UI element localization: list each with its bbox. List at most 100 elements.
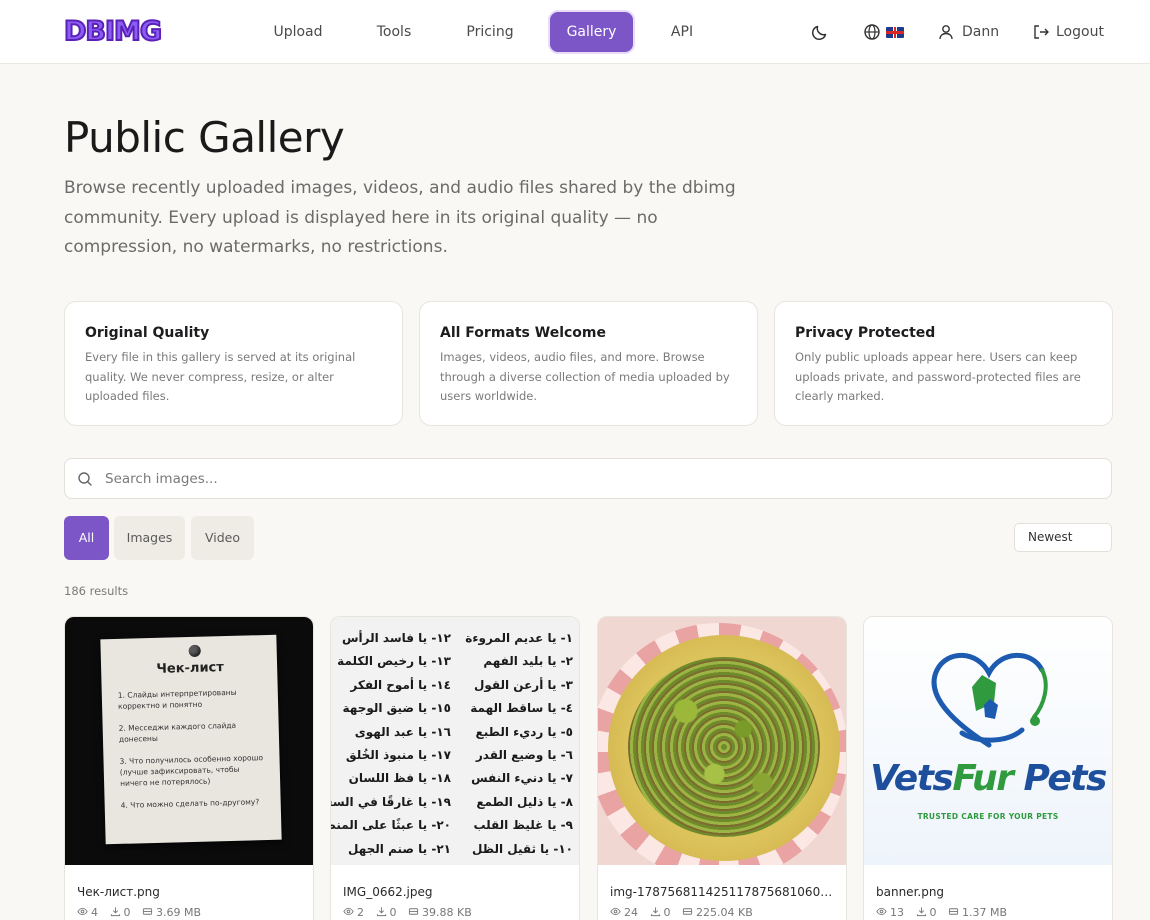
logout-icon[interactable] <box>1031 22 1051 42</box>
brand-word-pets: Pets <box>1023 758 1107 799</box>
uk-flag-icon[interactable] <box>886 27 904 38</box>
image-thumbnail[interactable]: ١- يا عديم المروءة ٢- يا بليد الفهم ٣- ي… <box>331 617 579 865</box>
download-count: 0 <box>389 906 397 919</box>
search-icon <box>78 472 92 486</box>
page-title: Public Gallery <box>64 113 345 162</box>
arabic-line: ١٨- يا فظ اللسان <box>348 771 451 786</box>
arabic-line: ٤- يا ساقط الهمة <box>470 701 573 716</box>
banner-brand: VetsFur Pets <box>864 759 1112 799</box>
file-name[interactable]: Чек-лист.png <box>77 885 302 899</box>
file-stats: 2 0 39.88 KB <box>343 906 480 919</box>
file-size: 225.04 KB <box>696 906 753 919</box>
download-icon <box>376 907 386 917</box>
download-count: 0 <box>663 906 671 919</box>
storage-icon <box>948 908 959 915</box>
arabic-line: ٦- يا وضيع القدر <box>475 747 573 762</box>
feature-text: Every file in this gallery is served at … <box>85 350 356 403</box>
user-name[interactable]: Dann <box>962 22 999 42</box>
file-name[interactable]: IMG_0662.jpeg <box>343 885 568 899</box>
gallery-card[interactable]: img-17875681142511787568106068_by... 24 … <box>597 616 847 920</box>
feature-title: Privacy Protected <box>795 325 936 341</box>
feature-card-original-quality: Original Quality Every file in this gall… <box>64 301 403 426</box>
checklist-title: Чек-лист <box>156 660 225 677</box>
feature-card-all-formats: All Formats Welcome Images, videos, audi… <box>419 301 758 426</box>
arabic-line: ١٠- يا ثقيل الظل <box>472 841 573 856</box>
file-name[interactable]: img-17875681142511787568106068_by... <box>610 885 835 899</box>
food-filling <box>628 657 820 837</box>
brand-word-fur: Fur <box>952 758 1014 799</box>
feature-text: Only public uploads appear here. Users c… <box>795 350 1081 403</box>
arabic-line: ٨- يا ذليل الطمع <box>476 794 573 809</box>
banner-tagline: TRUSTED CARE FOR YOUR PETS <box>917 812 1059 821</box>
arabic-line: ١٥- يا ضيق الوجهة <box>342 701 451 716</box>
dark-mode-moon-icon[interactable] <box>810 22 830 42</box>
checklist-line: 1. Слайды интерпретированы корректно и п… <box>117 687 237 711</box>
arabic-column-left: ١٢- يا فاسد الرأس ١٣- يا رخيص الكلمة ١٤-… <box>331 627 451 861</box>
dbimg-logo[interactable]: DBIMG <box>63 15 163 49</box>
eye-icon <box>876 907 887 916</box>
storage-icon <box>682 908 693 915</box>
view-count: 13 <box>890 906 904 919</box>
arabic-line: ٢٠- يا عبثًا على المنطق <box>331 818 451 833</box>
pushpin-icon <box>188 644 201 658</box>
checklist-line: 2. Месседжи каждого слайда донесены <box>118 720 237 744</box>
arabic-line: ١٦- يا عبد الهوى <box>354 724 451 739</box>
arabic-line: ١٣- يا رخيص الكلمة <box>337 654 451 669</box>
nav-pricing[interactable]: Pricing <box>458 12 522 52</box>
download-count: 0 <box>123 906 131 919</box>
sort-select[interactable]: Newest <box>1014 523 1112 552</box>
arabic-line: ٥- يا رديء الطبع <box>475 724 573 739</box>
arabic-line: ٩- يا غليظ القلب <box>473 818 573 833</box>
nav-api[interactable]: API <box>658 12 706 52</box>
page-description: Browse recently uploaded images, videos,… <box>64 178 736 257</box>
arabic-line: ١٧- يا منبوذ الخُلق <box>345 747 451 762</box>
download-count: 0 <box>929 906 937 919</box>
download-icon <box>110 907 120 917</box>
image-thumbnail[interactable] <box>598 617 846 865</box>
nav-tools[interactable]: Tools <box>364 12 424 52</box>
arabic-line: ١٤- يا أموح الفكر <box>350 677 451 692</box>
search-box <box>64 458 1112 499</box>
view-count: 2 <box>357 906 364 919</box>
checklist-paper: Чек-лист 1. Слайды интерпретированы корр… <box>100 634 282 845</box>
arabic-column-right: ١- يا عديم المروءة ٢- يا بليد الفهم ٣- ي… <box>455 627 573 861</box>
storage-icon <box>408 908 419 915</box>
brand-word-vets: Vets <box>870 758 954 799</box>
arabic-line: ١- يا عديم المروءة <box>465 631 573 645</box>
storage-icon <box>142 908 153 915</box>
eye-icon <box>77 907 88 916</box>
file-size: 39.88 KB <box>422 906 472 919</box>
user-icon[interactable] <box>936 22 956 42</box>
top-navigation-bar: DBIMG Upload Tools Pricing Gallery API D… <box>0 0 1150 64</box>
language-globe-icon[interactable] <box>862 22 882 42</box>
file-name[interactable]: banner.png <box>876 885 1101 899</box>
view-count: 24 <box>624 906 638 919</box>
eye-icon <box>343 907 354 916</box>
file-size: 3.69 MB <box>156 906 202 919</box>
nav-upload[interactable]: Upload <box>268 12 328 52</box>
image-thumbnail[interactable]: VetsFur Pets TRUSTED CARE FOR YOUR PETS <box>864 617 1112 865</box>
filter-images[interactable]: Images <box>114 516 185 560</box>
feature-title: Original Quality <box>85 325 210 341</box>
filter-video[interactable]: Video <box>191 516 254 560</box>
gallery-card[interactable]: ١- يا عديم المروءة ٢- يا بليد الفهم ٣- ي… <box>330 616 580 920</box>
arabic-line: ١٢- يا فاسد الرأس <box>341 631 451 645</box>
nav-gallery[interactable]: Gallery <box>550 12 633 52</box>
arabic-line: ٧- يا دنيء النفس <box>471 771 573 786</box>
checklist-line: 4. Что можно сделать по-другому? <box>120 797 260 810</box>
logout-link[interactable]: Logout <box>1056 22 1104 42</box>
arabic-line: ٢- يا بليد الفهم <box>483 654 573 669</box>
eye-icon <box>610 907 621 916</box>
gallery-card[interactable]: Чек-лист 1. Слайды интерпретированы корр… <box>64 616 314 920</box>
feature-text: Images, videos, audio files, and more. B… <box>440 350 730 403</box>
checklist-line: 3. Что получилось особенно хорошо (лучше… <box>119 753 264 788</box>
arabic-line: ٢١- يا صنم الجهل <box>348 841 451 856</box>
arabic-line: ١٩- يا غارقًا في السفه <box>331 794 451 809</box>
filter-all[interactable]: All <box>64 516 109 560</box>
file-stats: 4 0 3.69 MB <box>77 906 209 919</box>
gallery-card[interactable]: VetsFur Pets TRUSTED CARE FOR YOUR PETS … <box>863 616 1113 920</box>
file-stats: 24 0 225.04 KB <box>610 906 761 919</box>
file-stats: 13 0 1.37 MB <box>876 906 1015 919</box>
image-thumbnail[interactable]: Чек-лист 1. Слайды интерпретированы корр… <box>65 617 313 865</box>
search-input[interactable] <box>105 459 1095 498</box>
